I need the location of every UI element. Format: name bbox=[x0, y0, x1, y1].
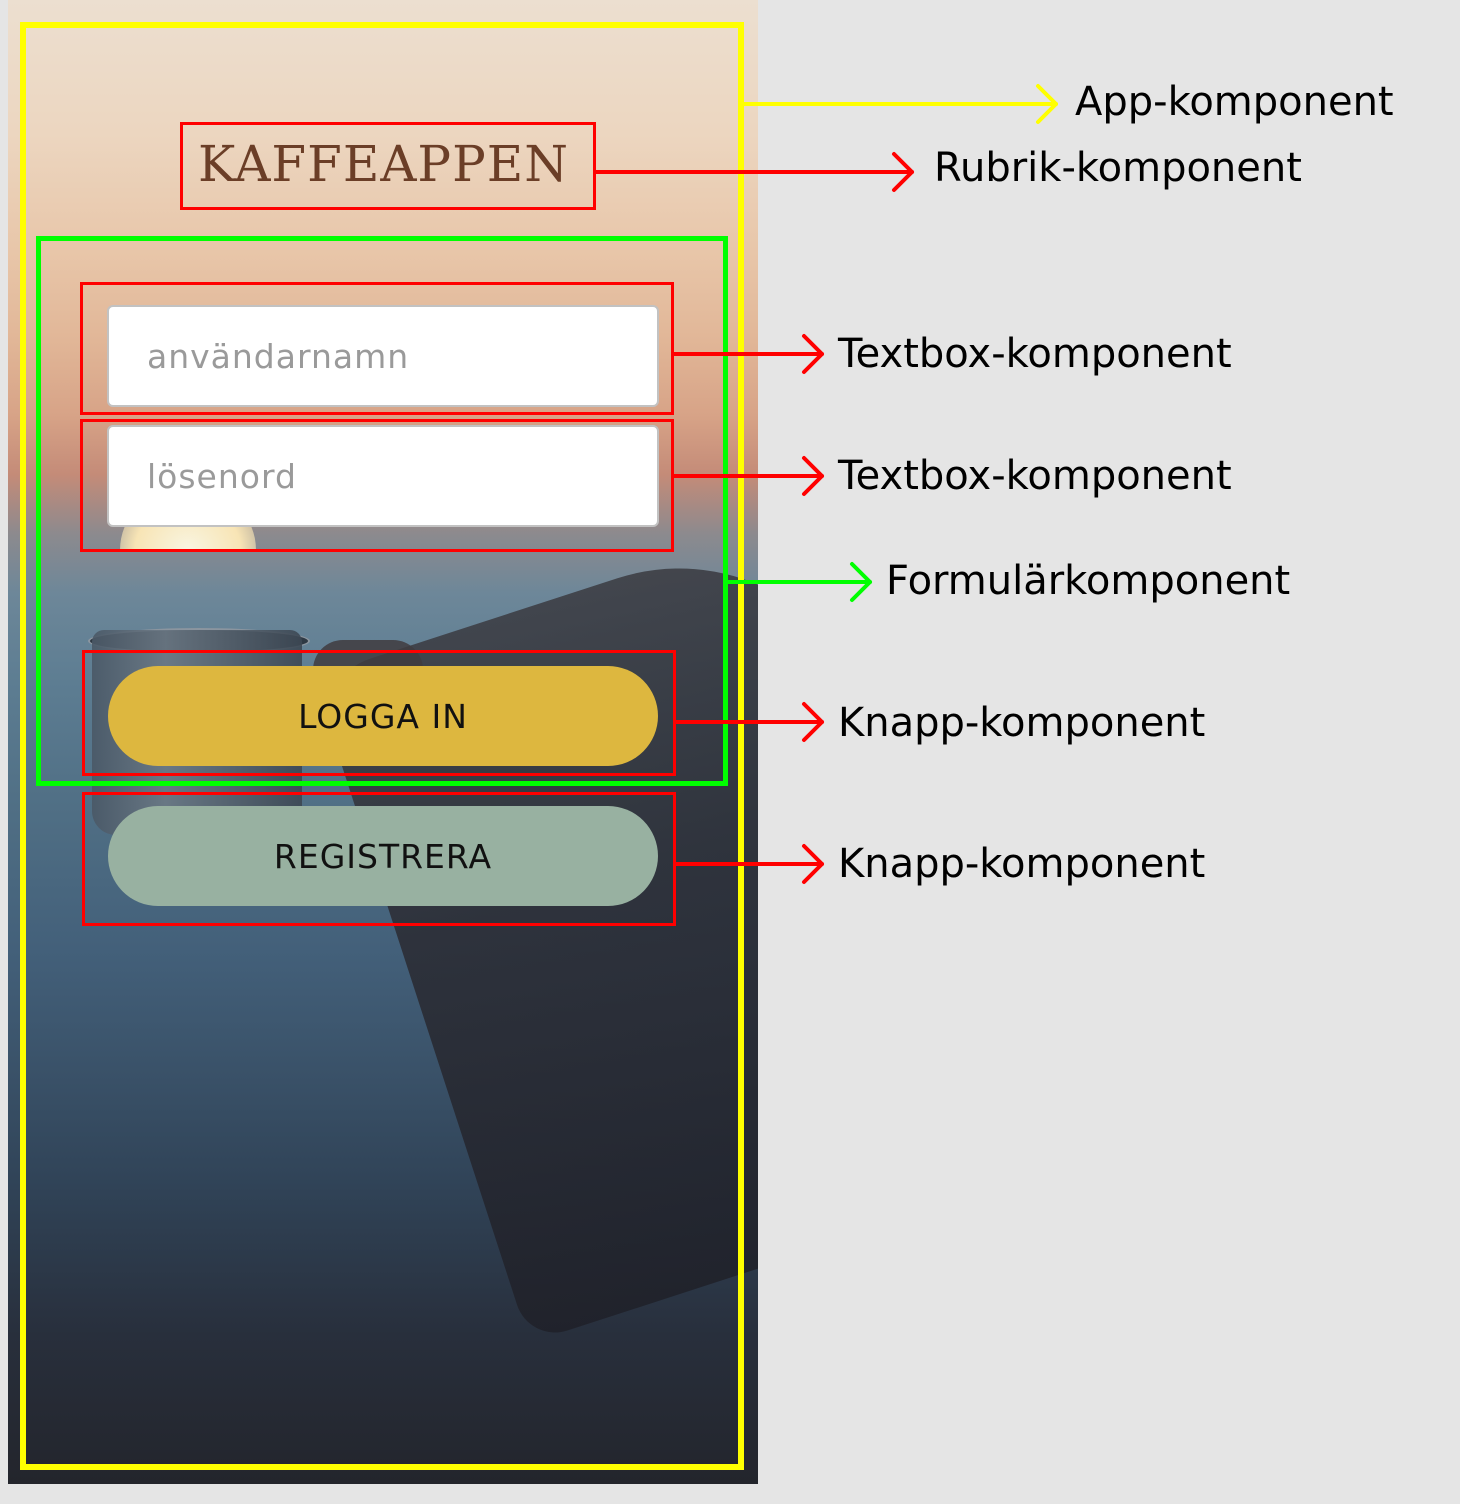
password-textbox[interactable] bbox=[107, 425, 659, 527]
username-textbox-label: Textbox-komponent bbox=[838, 331, 1232, 377]
password-textbox-label: Textbox-komponent bbox=[838, 453, 1232, 499]
form-component-label: Formulärkomponent bbox=[886, 558, 1291, 604]
app-title: KAFFEAPPEN bbox=[198, 135, 569, 193]
app-component-label: App-komponent bbox=[1075, 79, 1394, 125]
login-button-label: Knapp-komponent bbox=[838, 700, 1206, 746]
register-button[interactable]: REGISTRERA bbox=[108, 806, 658, 906]
login-button[interactable]: LOGGA IN bbox=[108, 666, 658, 766]
username-input[interactable] bbox=[109, 307, 657, 405]
password-input[interactable] bbox=[109, 427, 657, 525]
username-textbox[interactable] bbox=[107, 305, 659, 407]
register-button-label: Knapp-komponent bbox=[838, 841, 1206, 887]
title-component-label: Rubrik-komponent bbox=[934, 145, 1302, 191]
app-component-arrow bbox=[742, 84, 1058, 124]
